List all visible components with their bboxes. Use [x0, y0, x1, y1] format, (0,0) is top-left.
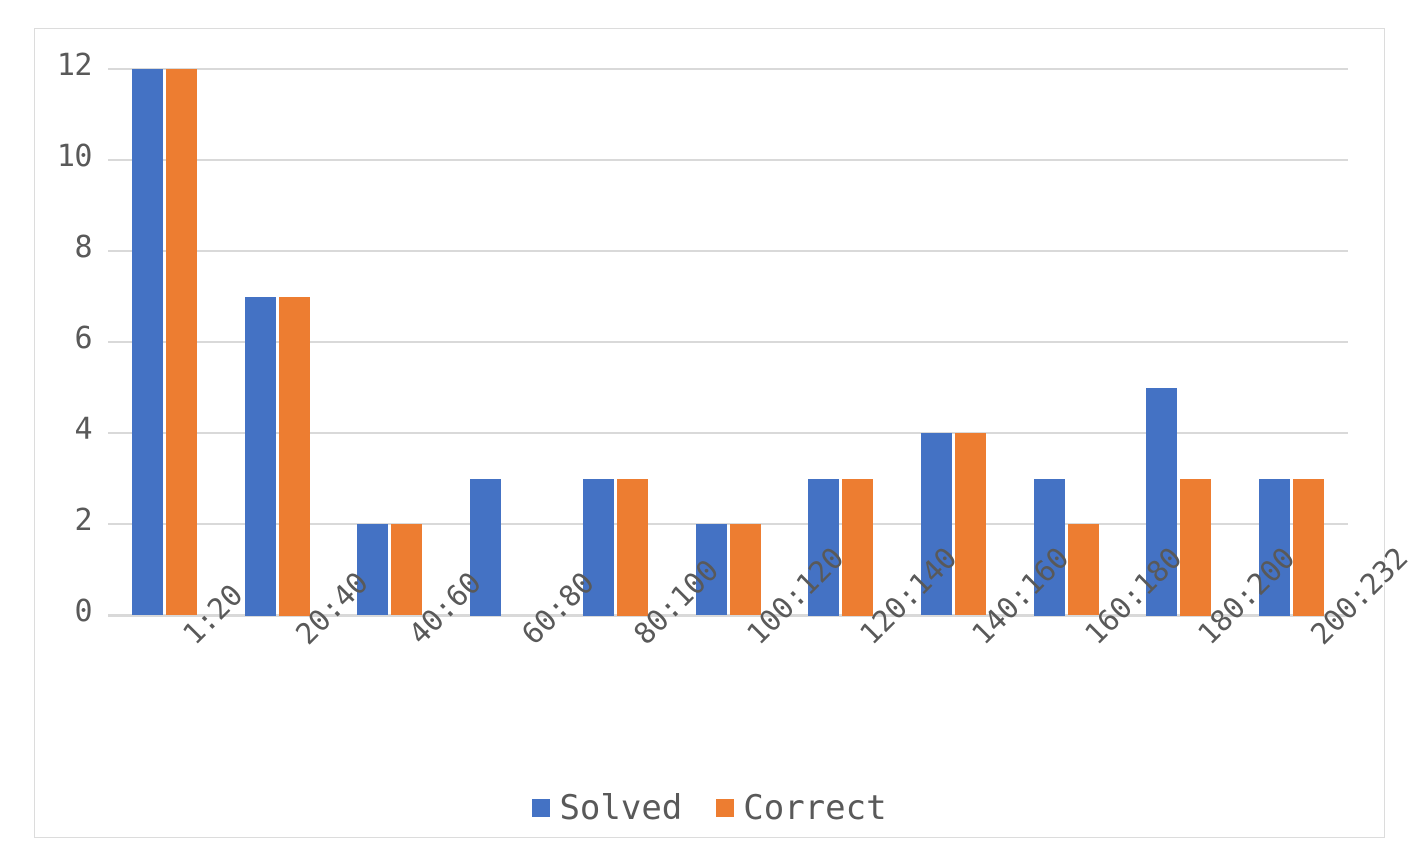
bar-solved-1-20 — [132, 69, 163, 615]
bar-correct-20-40 — [279, 297, 310, 616]
y-axis-tick-label: 6 — [74, 321, 92, 356]
legend-item-solved[interactable]: Solved — [532, 791, 682, 825]
x-axis-tick-label: 40:60 — [401, 565, 488, 652]
x-axis-tick-label: 60:80 — [514, 565, 601, 652]
y-axis-tick-label: 0 — [74, 594, 92, 629]
x-axis-tick-label: 180:200 — [1190, 540, 1302, 652]
bar-correct-40-60 — [391, 524, 422, 615]
x-axis-tick-label: 80:100 — [627, 552, 726, 652]
y-axis-tick-label: 10 — [56, 139, 93, 174]
x-axis-tick-label: 120:140 — [852, 540, 964, 652]
y-axis-tick-label: 8 — [74, 230, 92, 265]
gridline — [108, 68, 1348, 70]
y-axis-tick-label: 12 — [56, 48, 93, 83]
chart-legend: Solved Correct — [35, 791, 1384, 825]
x-axis-tick-label: 20:40 — [289, 565, 375, 652]
chart-frame: 0 2 4 6 8 10 12 1:20 20:40 40:60 60:80 80:100 100:1… — [34, 28, 1415, 838]
gridline — [108, 250, 1348, 252]
legend-label: Correct — [743, 788, 887, 828]
bar-correct-120-140 — [842, 479, 873, 616]
gridline — [108, 159, 1348, 161]
x-axis-tick-label: 200:232 — [1303, 540, 1415, 652]
x-axis-tick-label: 140:160 — [965, 540, 1076, 652]
bar-correct-100-120 — [730, 524, 761, 615]
x-axis-tick-label: 100:120 — [740, 540, 851, 652]
bar-correct-140-160 — [955, 433, 986, 615]
bar-correct-160-180 — [1068, 524, 1099, 615]
bar-correct-200-232 — [1293, 479, 1324, 616]
legend-swatch-icon — [716, 799, 735, 817]
bar-correct-80-100 — [617, 479, 648, 616]
bar-solved-20-40 — [245, 297, 276, 616]
bar-correct-1-20 — [166, 69, 197, 615]
x-axis-tick-label: 1:20 — [176, 577, 250, 652]
legend-swatch-icon — [532, 799, 551, 817]
legend-item-correct[interactable]: Correct — [716, 788, 887, 828]
x-axis-tick-label: 160:180 — [1078, 540, 1189, 652]
y-axis-tick-label: 4 — [74, 412, 92, 447]
legend-label: Solved — [559, 788, 683, 828]
bar-correct-180-200 — [1180, 479, 1211, 616]
y-axis-tick-label: 2 — [74, 503, 92, 538]
